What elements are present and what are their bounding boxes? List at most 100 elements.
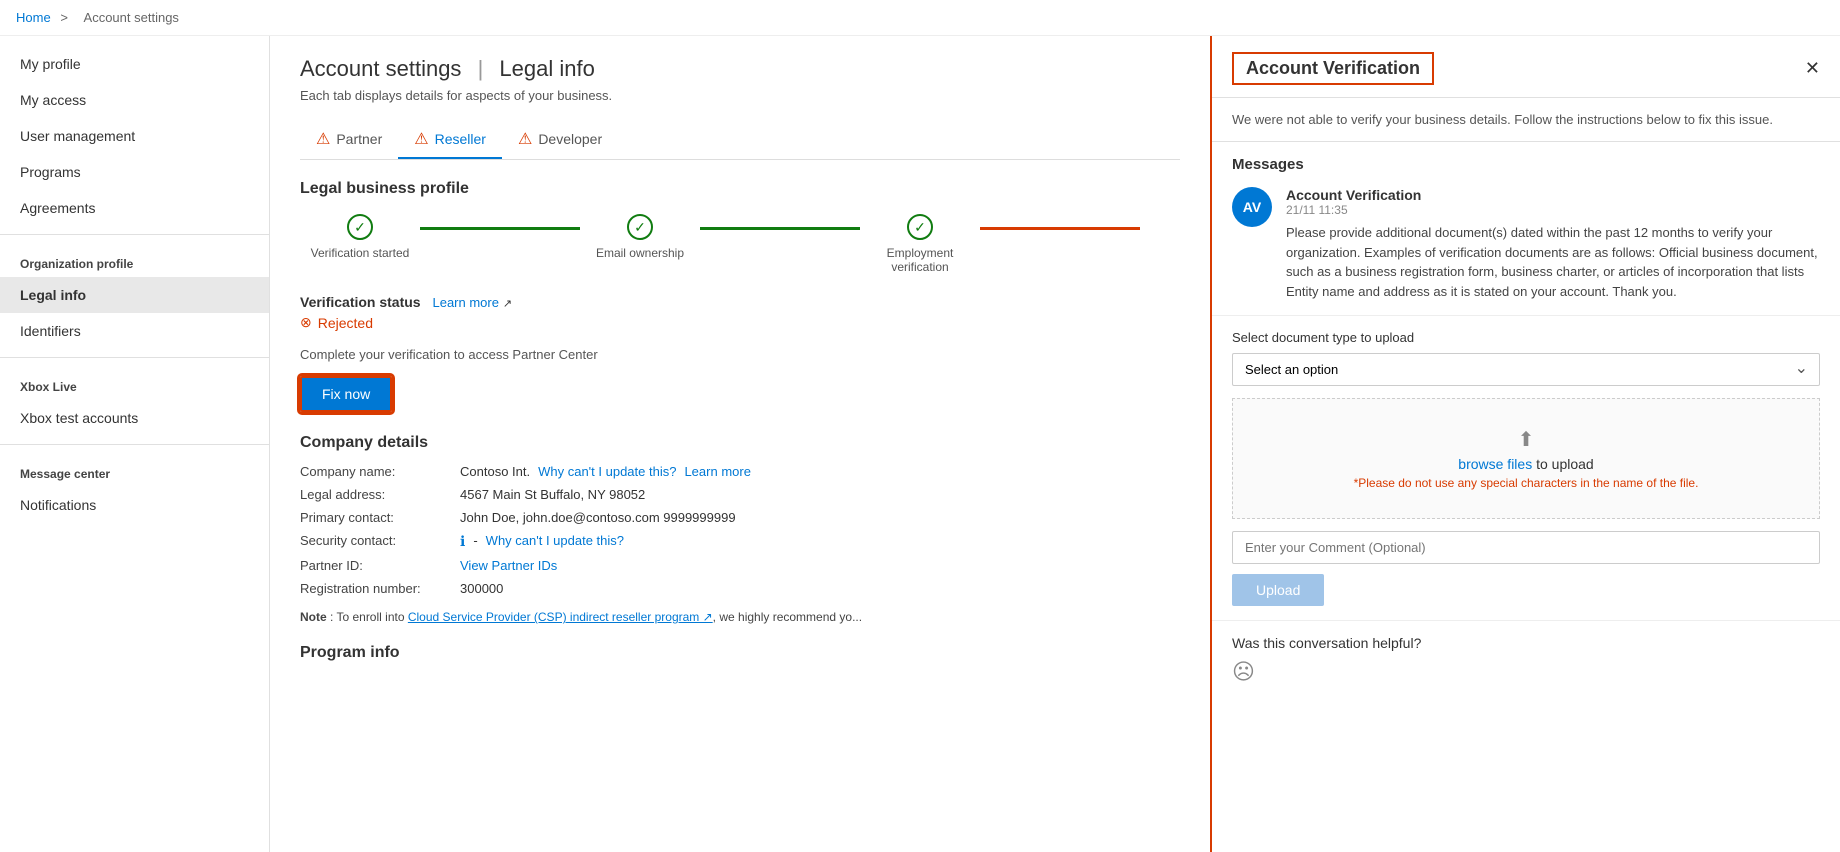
primary-contact-row: Primary contact: John Doe, john.doe@cont… [300,510,1180,525]
panel-close-button[interactable]: ✕ [1805,58,1820,79]
partner-warn-icon: ⚠ [316,129,330,149]
sidebar-item-user-management[interactable]: User management [0,118,269,154]
breadcrumb: Home > Account settings [0,0,1840,36]
upload-section: Select document type to upload Select an… [1212,315,1840,620]
progress-container: ✓ Verification started ✓ Email ownership… [300,214,1180,274]
progress-label-2: Email ownership [580,246,700,260]
partner-id-row: Partner ID: View Partner IDs [300,558,1180,573]
primary-contact-label: Primary contact: [300,510,460,525]
helpful-sad-icon[interactable]: ☹ [1232,659,1255,685]
sidebar-divider-1 [0,234,269,235]
page-title-main: Account settings [300,56,461,81]
panel-description: We were not able to verify your business… [1212,98,1840,142]
tab-partner[interactable]: ⚠ Partner [300,121,398,159]
page-header: Account settings | Legal info [300,56,1180,82]
checkmark-1: ✓ [354,219,366,236]
breadcrumb-home[interactable]: Home [16,10,51,25]
sidebar-item-xbox-test-accounts[interactable]: Xbox test accounts [0,400,269,436]
progress-step-3: ✓ Employment verification [860,214,980,274]
sidebar: My profile My access User management Pro… [0,36,270,852]
page-title-section: Legal info [499,56,594,81]
file-upload-text: browse files to upload [1261,456,1791,472]
sidebar-section-org-profile: Organization profile [0,243,269,277]
message-avatar: AV [1232,187,1272,227]
verification-status: Verification status Learn more ↗ ⊗ Rejec… [300,294,1180,331]
security-contact-link[interactable]: Why can't I update this? [486,533,624,550]
progress-step-2: ✓ Email ownership [580,214,700,260]
file-upload-area[interactable]: ⬆ browse files to upload *Please do not … [1232,398,1820,519]
page-title-divider: | [478,56,484,81]
verification-status-label: Verification status [300,294,421,310]
select-wrapper: Select an option [1232,353,1820,386]
right-panel: Account Verification ✕ We were not able … [1210,36,1840,852]
progress-label-3: Employment verification [860,246,980,274]
panel-header: Account Verification ✕ [1212,36,1840,98]
file-note: *Please do not use any special character… [1261,476,1791,490]
message-sender: Account Verification [1286,187,1820,203]
fix-now-button[interactable]: Fix now [300,376,392,412]
security-contact-row: Security contact: ℹ - Why can't I update… [300,533,1180,550]
progress-circle-1: ✓ [347,214,373,240]
tab-reseller-label: Reseller [435,131,486,147]
sidebar-divider-2 [0,357,269,358]
company-name-row: Company name: Contoso Int. Why can't I u… [300,464,1180,479]
helpful-title: Was this conversation helpful? [1232,635,1820,651]
browse-files-link[interactable]: browse files [1458,456,1532,472]
security-contact-value: - [473,533,477,550]
message-text: Please provide additional document(s) da… [1286,223,1820,301]
progress-line-1 [420,227,580,230]
rejected-label: Rejected [318,315,373,331]
progress-step-1: ✓ Verification started [300,214,420,260]
learn-more-link[interactable]: Learn more [432,295,498,310]
note-text: Note : To enroll into Cloud Service Prov… [300,610,1180,624]
external-link-icon: ↗ [503,298,512,310]
company-name-learn-link[interactable]: Learn more [684,464,750,479]
file-upload-suffix: to upload [1536,456,1594,472]
tab-reseller[interactable]: ⚠ Reseller [398,121,502,159]
company-name-value: Contoso Int. [460,464,530,479]
csp-link[interactable]: Cloud Service Provider (CSP) indirect re… [408,610,713,624]
progress-circle-2: ✓ [627,214,653,240]
main-content: Account settings | Legal info Each tab d… [270,36,1210,852]
sidebar-divider-3 [0,444,269,445]
legal-address-row: Legal address: 4567 Main St Buffalo, NY … [300,487,1180,502]
registration-number-label: Registration number: [300,581,460,596]
checkmark-3: ✓ [914,219,926,236]
sidebar-item-my-access[interactable]: My access [0,82,269,118]
progress-line-2 [700,227,860,230]
upload-button[interactable]: Upload [1232,574,1324,606]
panel-title: Account Verification [1232,52,1434,85]
tab-developer-label: Developer [538,131,602,147]
sidebar-item-legal-info[interactable]: Legal info [0,277,269,313]
developer-warn-icon: ⚠ [518,129,532,149]
panel-messages-title: Messages [1232,156,1820,173]
partner-id-link[interactable]: View Partner IDs [460,558,557,573]
panel-messages-section: Messages AV Account Verification 21/11 1… [1212,142,1840,315]
progress-label-1: Verification started [300,246,420,260]
company-name-why-link[interactable]: Why can't I update this? [538,464,676,479]
registration-number-row: Registration number: 300000 [300,581,1180,596]
breadcrumb-current: Account settings [84,10,179,25]
upload-cloud-icon: ⬆ [1261,427,1791,452]
sidebar-item-my-profile[interactable]: My profile [0,46,269,82]
sidebar-item-programs[interactable]: Programs [0,154,269,190]
legal-address-label: Legal address: [300,487,460,502]
info-icon[interactable]: ℹ [460,533,465,550]
company-name-label: Company name: [300,464,460,479]
tabs: ⚠ Partner ⚠ Reseller ⚠ Developer [300,121,1180,160]
document-type-select[interactable]: Select an option [1232,353,1820,386]
tab-developer[interactable]: ⚠ Developer [502,121,618,159]
partner-id-label: Partner ID: [300,558,460,573]
tab-partner-label: Partner [336,131,382,147]
progress-line-3 [980,227,1140,230]
message-content: Account Verification 21/11 11:35 Please … [1286,187,1820,301]
comment-input[interactable] [1232,531,1820,564]
sidebar-section-xbox-live: Xbox Live [0,366,269,400]
status-row: ⊗ Rejected [300,314,1180,331]
sidebar-item-identifiers[interactable]: Identifiers [0,313,269,349]
sidebar-section-message-center: Message center [0,453,269,487]
progress-circle-3: ✓ [907,214,933,240]
sidebar-item-agreements[interactable]: Agreements [0,190,269,226]
registration-number-value: 300000 [460,581,503,596]
sidebar-item-notifications[interactable]: Notifications [0,487,269,523]
